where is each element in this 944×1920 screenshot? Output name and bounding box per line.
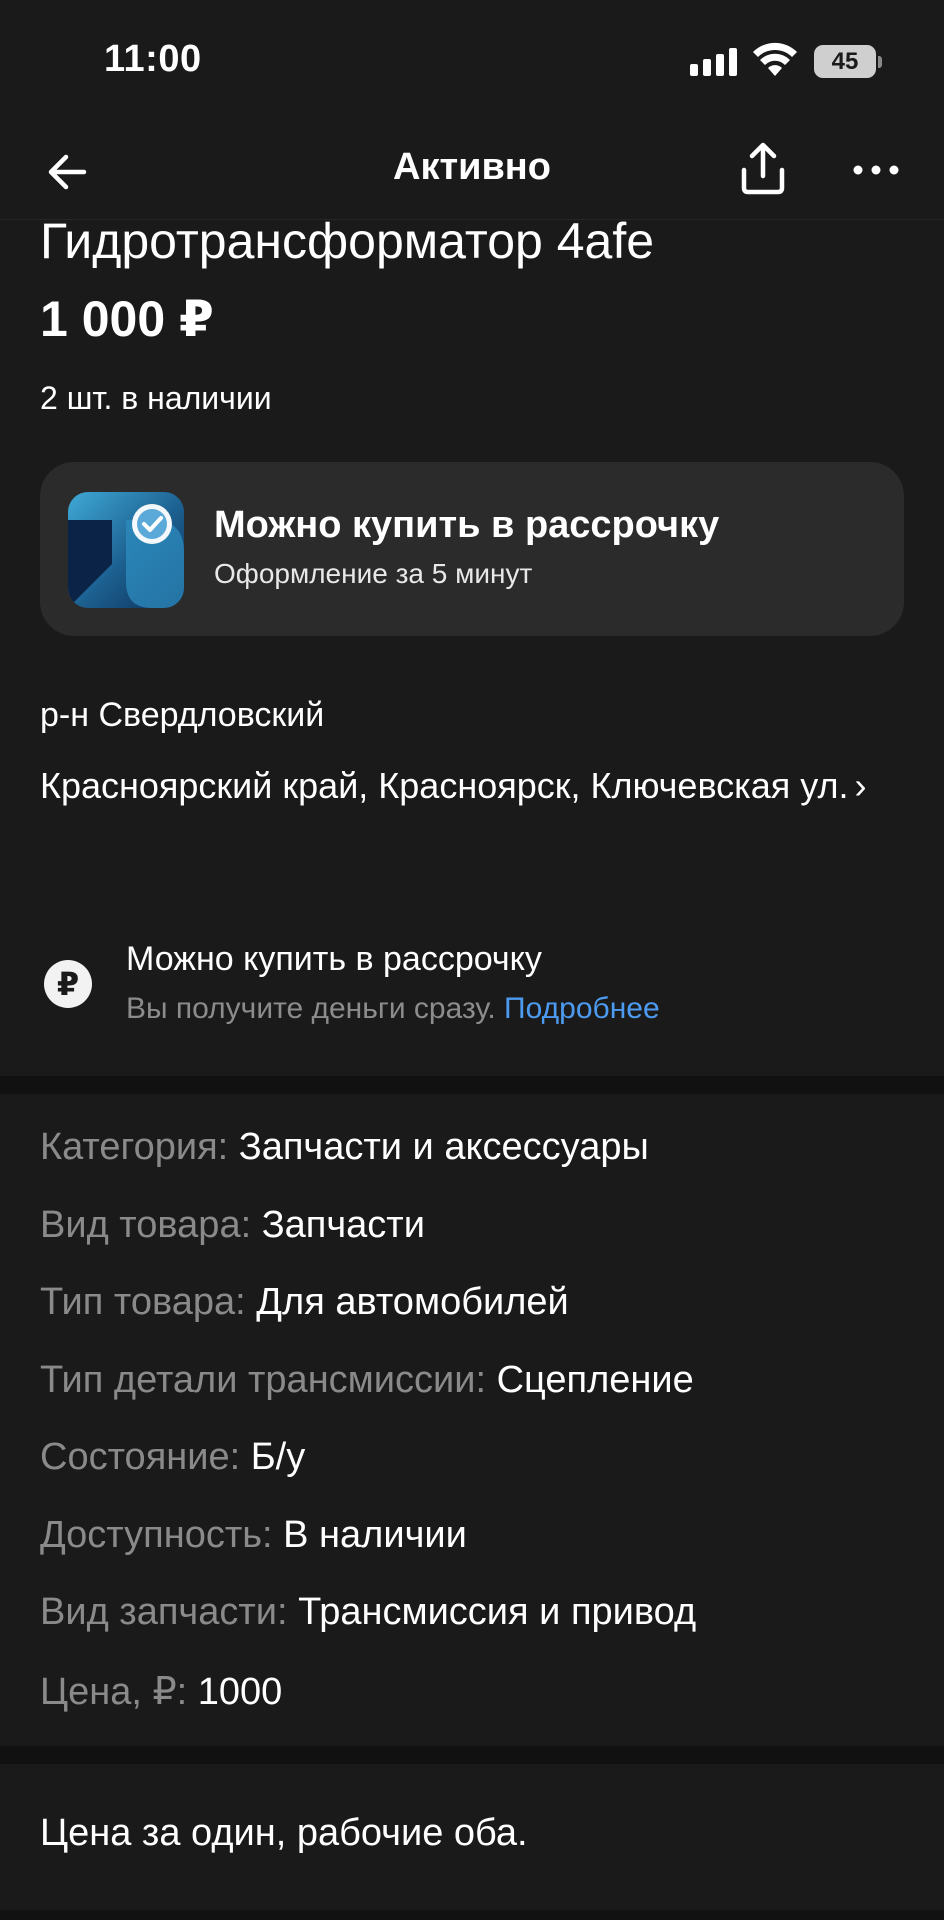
section-divider <box>0 1746 944 1764</box>
param-row: Цена, ₽: 1000 <box>40 1669 920 1747</box>
battery-level: 45 <box>831 47 859 75</box>
more-icon[interactable] <box>848 142 904 198</box>
address-link[interactable]: Красноярский край, Красноярск, Ключевска… <box>40 758 910 814</box>
param-row: Доступность: В наличии <box>40 1514 920 1592</box>
param-value: 1000 <box>197 1670 283 1713</box>
status-time: 11:00 <box>104 38 202 80</box>
chevron-right-icon: › <box>854 765 867 806</box>
installment-app-icon <box>68 492 184 608</box>
bottom-divider <box>0 1910 944 1920</box>
installment-subtitle-line: Вы получите деньги сразу. Подробнее <box>126 992 660 1026</box>
address-text: Красноярский край, Красноярск, Ключевска… <box>40 765 849 806</box>
promo-title: Можно купить в рассрочку <box>214 504 720 546</box>
param-value: Сцепление <box>496 1358 694 1401</box>
param-row: Тип детали трансмиссии: Сцепление <box>40 1359 920 1437</box>
installment-title: Можно купить в рассрочку <box>126 940 542 978</box>
stock-count: 2 шт. в наличии <box>40 380 272 416</box>
param-value: Для автомобилей <box>256 1281 569 1323</box>
param-value: Запчасти <box>261 1203 425 1246</box>
param-label: Состояние: <box>40 1436 241 1478</box>
param-label: Вид запчасти: <box>40 1591 288 1633</box>
param-label: Категория: <box>40 1126 229 1168</box>
page-title: Активно <box>393 146 551 188</box>
param-value: В наличии <box>283 1513 467 1556</box>
param-row: Тип товара: Для автомобилей <box>40 1281 920 1359</box>
installment-subtitle: Вы получите деньги сразу. <box>126 992 496 1025</box>
listing-price: 1 000 ₽ <box>40 291 214 347</box>
param-label: Вид товара: <box>40 1203 252 1246</box>
param-row: Вид запчасти: Трансмиссия и привод <box>40 1591 920 1669</box>
param-value: Трансмиссия и привод <box>298 1591 697 1633</box>
section-divider <box>0 1076 944 1094</box>
installment-info: ₽ Можно купить в рассрочку Вы получите д… <box>0 930 944 1060</box>
param-label: Цена, ₽: <box>40 1670 188 1713</box>
top-nav: Активно <box>0 128 944 220</box>
battery-tip <box>878 56 882 68</box>
listing-description: Цена за один, рабочие оба. <box>40 1812 528 1854</box>
ruble-icon: ₽ <box>44 960 92 1008</box>
status-bar: 11:00 45 <box>0 0 944 128</box>
battery-icon: 45 <box>814 45 876 78</box>
params-list: Категория: Запчасти и аксессуары Вид тов… <box>40 1126 920 1746</box>
wifi-icon <box>753 42 797 76</box>
more-info-link[interactable]: Подробнее <box>504 992 660 1025</box>
param-value: Запчасти и аксессуары <box>238 1126 649 1168</box>
param-row: Состояние: Б/у <box>40 1436 920 1514</box>
share-icon[interactable] <box>732 138 794 200</box>
promo-subtitle: Оформление за 5 минут <box>214 558 533 589</box>
param-row: Вид товара: Запчасти <box>40 1204 920 1282</box>
param-label: Тип товара: <box>40 1281 246 1323</box>
listing-title: Гидротрансформатор 4afe <box>40 213 655 269</box>
param-label: Доступность: <box>40 1513 273 1556</box>
param-value: Б/у <box>250 1436 306 1478</box>
installment-promo-card[interactable]: Можно купить в рассрочку Оформление за 5… <box>40 462 904 636</box>
param-row: Категория: Запчасти и аксессуары <box>40 1126 920 1204</box>
signal-icon <box>690 48 737 76</box>
param-label: Тип детали трансмиссии: <box>40 1358 487 1401</box>
district: р-н Свердловский <box>40 696 325 734</box>
